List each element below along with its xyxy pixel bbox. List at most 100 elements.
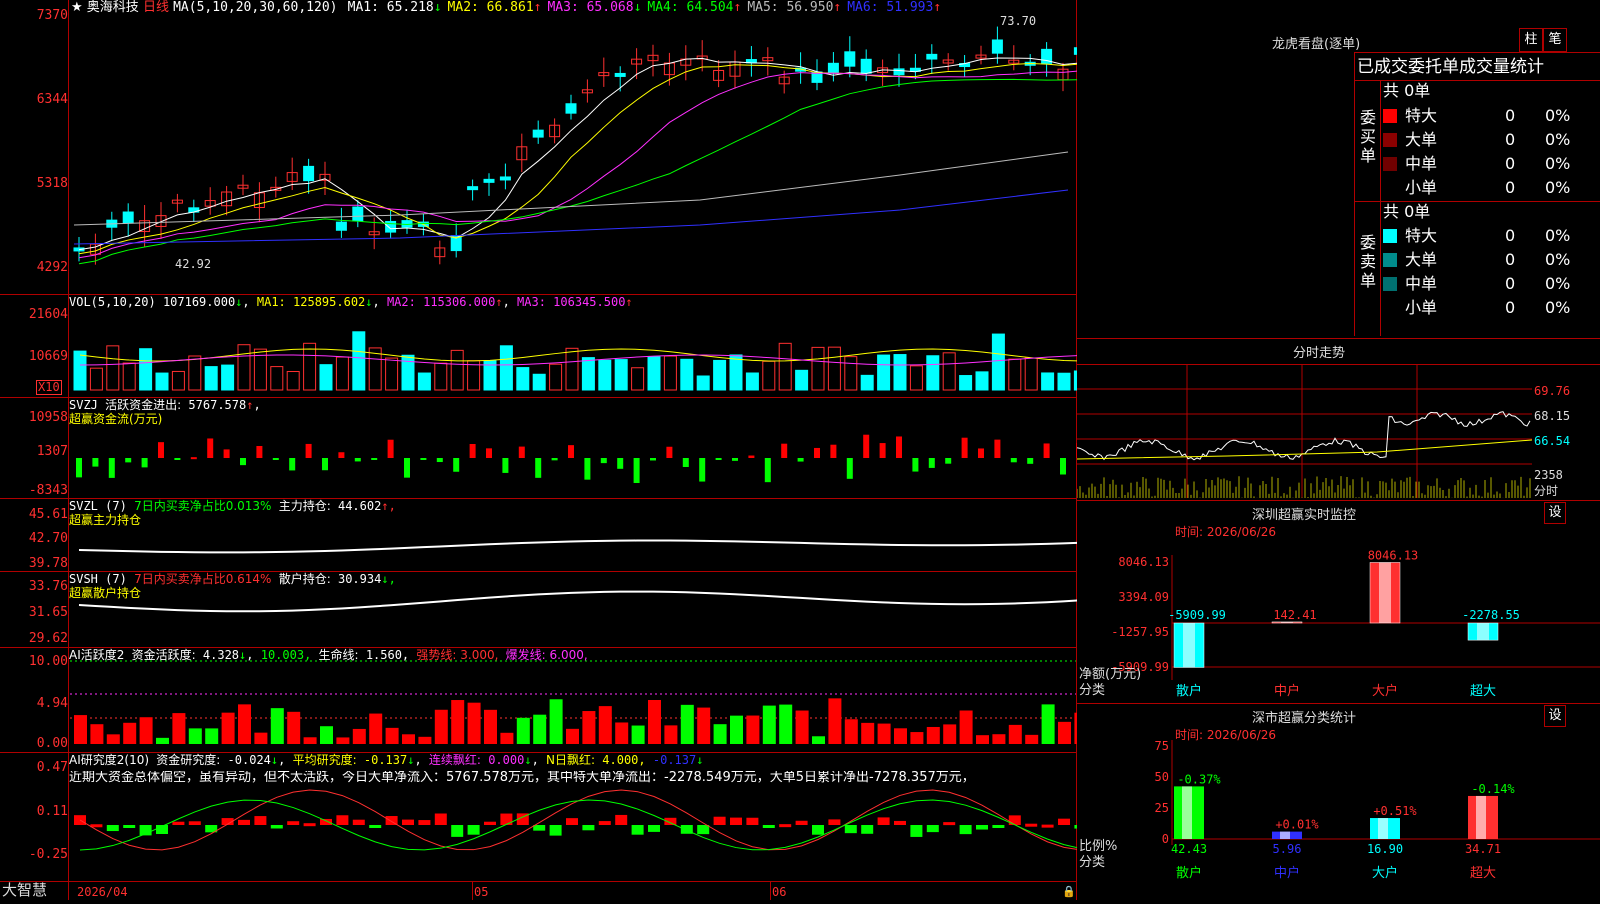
classstat-category-label: 中户 xyxy=(1274,865,1300,881)
svzj-name: SVZJ xyxy=(69,398,98,412)
vol-value: 107169.000 xyxy=(162,295,236,309)
monitor-category-label: 超大 xyxy=(1470,684,1496,699)
ai2-header: AI研究度2(10) 资金研究度: -0.024↓, 平均研究度: -0.137… xyxy=(69,753,704,767)
monitor-bar-value: 142.41 xyxy=(1273,608,1316,622)
sell-row-count: 0 xyxy=(1505,298,1516,317)
svzj-value: 5767.578 xyxy=(188,398,247,412)
ai2-nred2: -0.137 xyxy=(652,753,697,767)
monitor-bar-value: -2278.55 xyxy=(1462,608,1520,622)
monitor-title: 深圳超赢实时监控 xyxy=(1252,508,1357,523)
classstat-delta: -0.14% xyxy=(1471,782,1515,796)
sell-total: 共 0单 xyxy=(1383,202,1431,221)
sell-swatch xyxy=(1383,253,1397,267)
sell-vertical-label: 委卖单 xyxy=(1360,233,1377,290)
buy-row-count: 0 xyxy=(1505,154,1516,173)
buy-row-pct: 0% xyxy=(1545,106,1571,125)
svsh-arrow: ↓, xyxy=(381,572,396,586)
monitor-axis-label: -1257.95 xyxy=(1111,625,1169,639)
month-tick xyxy=(472,881,473,900)
bar-mode-button[interactable]: 柱 xyxy=(1519,28,1543,52)
pen-mode-button[interactable]: 笔 xyxy=(1543,28,1567,52)
buy-total: 共 0单 xyxy=(1383,81,1431,100)
low-price-note: 42.92 xyxy=(175,257,212,271)
side-title: 龙虎看盘(逐单) xyxy=(1272,37,1361,52)
svzl-header: SVZL (7) 7日内买卖净占比0.013% 主力持仓: 44.602↑, xyxy=(69,499,396,513)
main-chart-area[interactable]: 7370 6344 5318 4292 21604 10669 X10 1095… xyxy=(0,0,1077,900)
sell-row-pct: 0% xyxy=(1545,274,1571,293)
main-header: ★ 奥海科技 日线 MA(5,10,20,30,60,120) MA1: 65.… xyxy=(71,1,941,15)
svsh-name: SVSH xyxy=(69,572,98,586)
intraday-vol-axis: 2358 xyxy=(1534,468,1563,482)
ai1-label: 资金活跃度: xyxy=(131,648,196,662)
monitor-unit: 净额(万元) xyxy=(1079,667,1142,682)
sell-row-count: 0 xyxy=(1505,250,1516,269)
sell-swatch xyxy=(1383,229,1397,243)
month-tick xyxy=(770,881,771,900)
buy-row-name: 中单 xyxy=(1405,154,1438,173)
date-label: 2026/04 xyxy=(77,885,128,899)
sell-row-count: 0 xyxy=(1505,274,1516,293)
svzj-arrow: ↑ xyxy=(246,398,254,412)
buy-row-name: 小单 xyxy=(1405,178,1438,197)
svsh-label: 散户持仓: xyxy=(278,572,331,586)
intraday-chart[interactable] xyxy=(1076,364,1533,498)
ai2-label: 资金研究度: xyxy=(156,753,221,767)
svzj-bars xyxy=(76,434,1077,483)
vol-ma3-label: MA3: xyxy=(517,295,546,309)
monitor-axis-label: 8046.13 xyxy=(1118,555,1169,569)
classstat-value: 34.71 xyxy=(1465,842,1501,856)
ai2-red: 0.000 xyxy=(488,753,525,767)
ai1-header: AI活跃度2 资金活跃度: 4.328↓, 10.003, 生命线: 1.560… xyxy=(69,648,588,662)
candlestick-series xyxy=(73,26,1077,265)
monitor-chart[interactable]: 8046.13 3394.09 -1257.95 -5909.99 -5909.99 散户… xyxy=(1077,540,1600,700)
sell-row-pct: 0% xyxy=(1545,250,1571,269)
classstat-delta: +0.51% xyxy=(1373,804,1417,818)
monitor-category-label: 大户 xyxy=(1372,683,1398,699)
monitor-bar-value: -5909.99 xyxy=(1168,608,1226,622)
monitor-bar-value: 8046.13 xyxy=(1368,548,1419,562)
stock-name: 奥海科技 xyxy=(86,0,139,15)
classstat-delta: -0.37% xyxy=(1177,772,1221,786)
brand-label: 大智慧 xyxy=(2,881,48,899)
buy-swatch xyxy=(1383,157,1397,171)
monitor-axis-label: 3394.09 xyxy=(1118,590,1169,604)
side-panel: 龙虎看盘(逐单) 柱 笔 已成交委托单成交量统计 委买单 共 0单 特大 0 0% 大… xyxy=(1076,0,1600,900)
buy-row-pct: 0% xyxy=(1545,178,1571,197)
star-icon[interactable]: ★ xyxy=(71,0,83,15)
classstat-category-label: 超大 xyxy=(1470,866,1496,881)
classstat-chart[interactable]: 75 50 25 0 -0.37% 42.43 散户 +0.01% 5.96 中户 +0.51% 16… xyxy=(1077,739,1600,900)
vol-header: VOL(5,10,20) 107169.000↓, MA1: 125895.60… xyxy=(69,295,633,309)
monitor-category-label: 散户 xyxy=(1176,683,1202,699)
vol-ma2-label: MA2: xyxy=(386,295,416,309)
buy-row-count: 0 xyxy=(1505,178,1516,197)
svzl-desc: 7日内买卖净占比0.013% xyxy=(134,499,272,513)
classstat-settings-button[interactable]: 设 xyxy=(1544,705,1566,727)
vol-ma1-label: MA1: xyxy=(256,295,286,309)
classstat-axis-label: 50 xyxy=(1155,770,1169,784)
svzl-sub: 超赢主力持仓 xyxy=(69,513,142,527)
buy-row-count: 0 xyxy=(1505,106,1516,125)
ai2-red-label: 连续飘红: xyxy=(428,753,481,767)
classstat-delta: +0.01% xyxy=(1275,818,1319,832)
svsh-value: 30.934 xyxy=(337,572,382,586)
buy-vertical-label: 委买单 xyxy=(1360,108,1377,165)
monitor-settings-button[interactable]: 设 xyxy=(1544,502,1566,524)
svzl-param: (7) xyxy=(105,499,127,513)
sell-row-name: 特大 xyxy=(1405,226,1438,245)
ma-lines xyxy=(73,57,1077,265)
vol-ma1: 125895.602 xyxy=(293,295,366,309)
sell-row-pct: 0% xyxy=(1545,226,1571,245)
svsh-line xyxy=(78,590,1077,613)
lock-icon[interactable]: 🔒 xyxy=(1062,885,1076,899)
ai1-life-label: 生命线: xyxy=(318,648,359,662)
buy-row-pct: 0% xyxy=(1545,130,1571,149)
classstat-unit: 比例% xyxy=(1079,839,1118,854)
vol-ma2: 115306.000 xyxy=(423,295,496,309)
classstat-title: 深市超赢分类统计 xyxy=(1252,711,1357,726)
intraday-axis-label: 66.54 xyxy=(1534,434,1571,448)
svsh-sub: 超赢散户持仓 xyxy=(69,586,142,600)
period-label[interactable]: 日线 xyxy=(143,0,169,15)
ai2-nred-label: N日飘红: xyxy=(546,753,596,767)
table-header: 已成交委托单成交量统计 xyxy=(1357,57,1544,77)
classstat-value: 5.96 xyxy=(1273,842,1302,856)
